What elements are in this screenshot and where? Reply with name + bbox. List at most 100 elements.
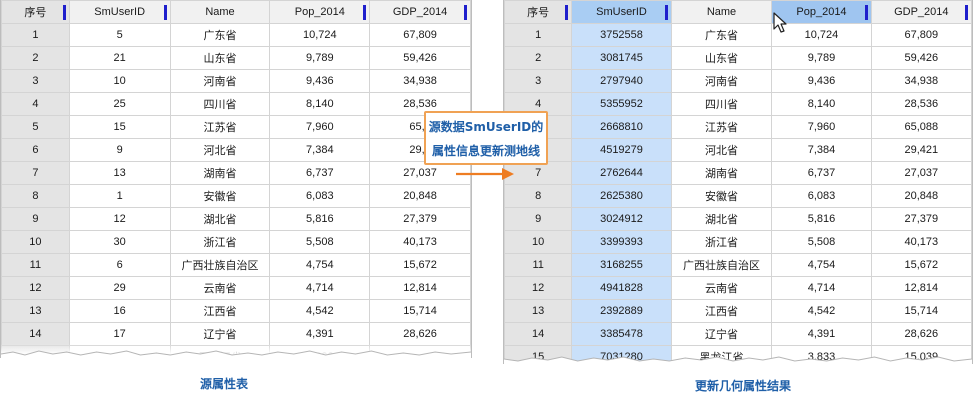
pop-2014-cell[interactable]: 6,083 (269, 184, 371, 208)
table-row[interactable]: 52668810江苏省7,96065,088 (504, 115, 972, 139)
column-resize-handle[interactable] (363, 5, 367, 20)
smuserid-cell[interactable]: 3752558 (571, 23, 672, 47)
smuserid-cell[interactable]: 6 (68, 253, 171, 277)
name-cell[interactable]: 云南省 (670, 276, 773, 300)
name-cell[interactable]: 河南省 (169, 69, 271, 93)
gdp-2014-cell[interactable]: 65,088 (870, 115, 972, 139)
table-row[interactable]: 2 21 山东省 9,789 59,426 (1, 46, 471, 70)
gdp-2014-cell[interactable]: 15,714 (369, 299, 471, 323)
gdp-2014-cell[interactable]: 20,848 (369, 184, 471, 208)
column-resize-handle[interactable] (163, 5, 167, 20)
smuserid-cell[interactable]: 2392889 (571, 299, 672, 323)
index-cell[interactable]: 1 (504, 23, 573, 47)
index-cell[interactable]: 11 (504, 253, 573, 277)
gdp-2014-cell[interactable]: 12,814 (870, 276, 972, 300)
name-cell[interactable]: 安徽省 (670, 184, 773, 208)
gdp-2014-cell[interactable]: 67,809 (369, 23, 471, 47)
pop-2014-cell[interactable]: 6,083 (771, 184, 872, 208)
table-row[interactable]: 1 5 广东省 10,724 67,809 (1, 23, 471, 47)
name-cell[interactable]: 湖南省 (169, 161, 271, 185)
smuserid-cell[interactable]: 3399393 (571, 230, 672, 254)
gdp-2014-cell[interactable]: 27,379 (870, 207, 972, 231)
name-cell[interactable]: 广东省 (169, 23, 271, 47)
column-header-index[interactable]: 序号 (1, 0, 70, 24)
smuserid-cell[interactable]: 9 (68, 138, 171, 162)
pop-2014-cell[interactable]: 4,391 (771, 322, 872, 346)
name-cell[interactable]: 四川省 (169, 92, 271, 116)
name-cell[interactable]: 广东省 (670, 23, 773, 47)
index-cell[interactable]: 7 (1, 161, 70, 185)
index-cell[interactable]: 5 (1, 115, 70, 139)
smuserid-cell[interactable]: 2762644 (571, 161, 672, 185)
name-cell[interactable]: 河北省 (670, 138, 773, 162)
table-row[interactable]: 9 3024912 湖北省 5,816 27,379 (504, 207, 972, 231)
table-row[interactable]: 64519279河北省7,38429,421 (504, 138, 972, 162)
table-row[interactable]: 13 16 江西省 4,542 15,714 (1, 299, 471, 323)
name-cell[interactable]: 河北省 (169, 138, 271, 162)
table-row[interactable]: 7 2762644 湖南省 6,737 27,037 (504, 161, 972, 185)
column-resize-handle[interactable] (965, 5, 968, 20)
pop-2014-cell[interactable]: 8,140 (269, 92, 371, 116)
column-resize-handle[interactable] (62, 5, 66, 20)
pop-2014-cell[interactable]: 6,737 (771, 161, 872, 185)
column-header-name[interactable]: Name (670, 0, 773, 24)
pop-2014-cell[interactable]: 10,724 (269, 23, 371, 47)
pop-2014-cell[interactable]: 9,436 (771, 69, 872, 93)
table-row[interactable]: 8 1 安徽省 6,083 20,848 (1, 184, 471, 208)
name-cell[interactable]: 江苏省 (169, 115, 271, 139)
name-cell[interactable]: 浙江省 (670, 230, 773, 254)
table-row[interactable]: 9 12 湖北省 5,816 27,379 (1, 207, 471, 231)
smuserid-cell[interactable]: 3168255 (571, 253, 672, 277)
name-cell[interactable]: 四川省 (670, 92, 773, 116)
pop-2014-cell[interactable]: 4,714 (269, 276, 371, 300)
smuserid-cell[interactable]: 30 (68, 230, 171, 254)
gdp-2014-cell[interactable]: 28,626 (870, 322, 972, 346)
column-header-gdp-2014[interactable]: GDP_2014 (870, 0, 972, 24)
pop-2014-cell[interactable]: 4,542 (269, 299, 371, 323)
name-cell[interactable]: 辽宁省 (670, 322, 773, 346)
index-cell[interactable]: 8 (1, 184, 70, 208)
table-row[interactable]: 1 3752558 广东省 10,724 67,809 (504, 23, 972, 47)
name-cell[interactable]: 辽宁省 (169, 322, 271, 346)
name-cell[interactable]: 江苏省 (670, 115, 773, 139)
gdp-2014-cell[interactable]: 28,626 (369, 322, 471, 346)
column-resize-handle[interactable] (664, 5, 668, 20)
smuserid-cell[interactable]: 25 (68, 92, 171, 116)
index-cell[interactable]: 12 (1, 276, 70, 300)
gdp-2014-cell[interactable]: 15,672 (870, 253, 972, 277)
table-row[interactable]: 12 4941828 云南省 4,714 12,814 (504, 276, 972, 300)
name-cell[interactable]: 广西壮族自治区 (670, 253, 773, 277)
gdp-2014-cell[interactable]: 34,938 (870, 69, 972, 93)
smuserid-cell[interactable]: 3385478 (571, 322, 672, 346)
table-row[interactable]: 10 3399393 浙江省 5,508 40,173 (504, 230, 972, 254)
smuserid-cell[interactable]: 1 (68, 184, 171, 208)
smuserid-cell[interactable]: 2668810 (571, 115, 672, 139)
index-cell[interactable]: 10 (504, 230, 573, 254)
table-row[interactable]: 3 10 河南省 9,436 34,938 (1, 69, 471, 93)
index-cell[interactable]: 3 (504, 69, 573, 93)
name-cell[interactable]: 湖北省 (169, 207, 271, 231)
gdp-2014-cell[interactable]: 67,809 (870, 23, 972, 47)
index-cell[interactable]: 9 (1, 207, 70, 231)
table-row[interactable]: 14 3385478 辽宁省 4,391 28,626 (504, 322, 972, 346)
column-header-index[interactable]: 序号 (504, 0, 573, 24)
smuserid-cell[interactable]: 13 (68, 161, 171, 185)
pop-2014-cell[interactable]: 4,754 (269, 253, 371, 277)
smuserid-cell[interactable]: 4941828 (571, 276, 672, 300)
smuserid-cell[interactable]: 29 (68, 276, 171, 300)
name-cell[interactable]: 湖南省 (670, 161, 773, 185)
smuserid-cell[interactable]: 2797940 (571, 69, 672, 93)
table-row[interactable]: 14 17 辽宁省 4,391 28,626 (1, 322, 471, 346)
pop-2014-cell[interactable]: 9,789 (771, 46, 872, 70)
table-row[interactable]: 8 2625380 安徽省 6,083 20,848 (504, 184, 972, 208)
table-row[interactable]: 11 6 广西壮族自治区 4,754 15,672 (1, 253, 471, 277)
column-header-smuserid[interactable]: SmUserID (68, 0, 171, 24)
index-cell[interactable]: 11 (1, 253, 70, 277)
gdp-2014-cell[interactable]: 34,938 (369, 69, 471, 93)
smuserid-cell[interactable]: 3024912 (571, 207, 672, 231)
smuserid-cell[interactable]: 3081745 (571, 46, 672, 70)
gdp-2014-cell[interactable]: 12,814 (369, 276, 471, 300)
smuserid-cell[interactable]: 2625380 (571, 184, 672, 208)
table-row[interactable]: 6 9 河北省 7,384 29,4 (1, 138, 471, 162)
gdp-2014-cell[interactable]: 29,421 (870, 138, 972, 162)
